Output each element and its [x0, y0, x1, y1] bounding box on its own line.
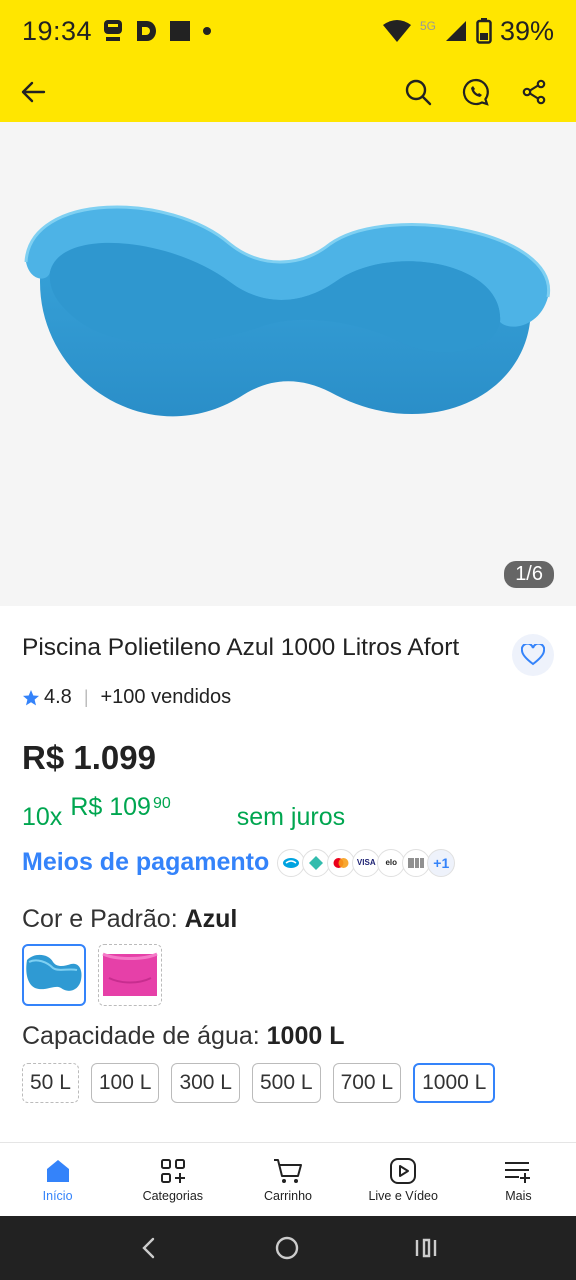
nav-item-carrinho[interactable]: Carrinho	[230, 1143, 345, 1216]
more-payment-badge: +1	[427, 848, 456, 877]
capacity-option-500[interactable]: 500 L	[252, 1063, 321, 1103]
home-icon	[46, 1159, 69, 1182]
mercadopago-icon	[277, 848, 306, 877]
product-image-carousel[interactable]: 1/6	[0, 122, 576, 606]
rating-row[interactable]: 4.8 | +100 vendidos	[22, 686, 554, 709]
mastercard-icon	[327, 848, 356, 877]
installment-note: sem juros	[236, 803, 346, 831]
arrow-left-icon	[21, 81, 46, 103]
swatch-pink[interactable]	[98, 944, 162, 1006]
color-label-row: Cor e Padrão: Azul	[22, 905, 554, 934]
product-image	[24, 205, 550, 417]
notification-d-icon	[137, 21, 157, 41]
star-icon	[23, 689, 39, 705]
system-recents-icon[interactable]	[413, 1236, 439, 1260]
system-back-icon[interactable]	[137, 1236, 161, 1260]
cart-icon	[274, 1158, 302, 1183]
product-title: Piscina Polietileno Azul 1000 Litros Afo…	[22, 634, 460, 661]
favorite-button[interactable]	[512, 634, 554, 676]
pix-icon	[302, 848, 331, 877]
capacity-option-1000[interactable]: 1000 L	[413, 1063, 496, 1103]
sold-count: +100 vendidos	[100, 686, 232, 708]
installments: 10x R$ 109 90 sem juros	[22, 787, 554, 832]
capacity-label: Capacidade de água:	[22, 1022, 260, 1050]
color-label: Cor e Padrão:	[22, 905, 178, 933]
share-button[interactable]	[512, 70, 556, 114]
heart-icon	[521, 644, 545, 666]
wifi-icon	[382, 20, 411, 42]
elo-icon: elo	[377, 848, 406, 877]
capacity-option-300[interactable]: 300 L	[171, 1063, 240, 1103]
notification-app-icon	[104, 20, 123, 41]
system-home-icon[interactable]	[274, 1235, 300, 1261]
installments-count: 10x	[22, 803, 63, 831]
swatch-blue[interactable]	[22, 944, 86, 1006]
notification-dot-icon	[203, 27, 212, 35]
nav-label-live-video: Live e Vídeo	[368, 1188, 438, 1203]
installment-cents: 90	[152, 795, 171, 812]
menu-more-icon	[505, 1161, 531, 1183]
app-toolbar	[0, 62, 576, 122]
capacity-label-row: Capacidade de água: 1000 L	[22, 1022, 554, 1051]
capacity-option-50[interactable]: 50 L	[22, 1063, 79, 1103]
image-counter: 1/6	[504, 561, 554, 588]
capacity-option-100[interactable]: 100 L	[90, 1063, 160, 1103]
capacity-option-700[interactable]: 700 L	[332, 1063, 402, 1103]
color-value: Azul	[184, 905, 238, 933]
categories-icon	[160, 1158, 185, 1183]
rating-value: 4.8	[44, 686, 72, 708]
notification-square-icon	[170, 21, 191, 41]
rating-separator: |	[83, 687, 89, 707]
search-icon	[405, 79, 432, 106]
product-details: Piscina Polietileno Azul 1000 Litros Afo…	[0, 606, 576, 1142]
nav-label-categorias: Categorias	[142, 1188, 204, 1203]
bottom-navigation: Início Categorias Carrinho Live e Vídeo …	[0, 1142, 576, 1216]
nav-label-carrinho: Carrinho	[264, 1188, 312, 1203]
nav-label-inicio: Início	[42, 1188, 73, 1203]
status-bar: 19:34 5G 39%	[0, 0, 576, 62]
back-button[interactable]	[20, 70, 64, 114]
nav-item-live-video[interactable]: Live e Vídeo	[346, 1143, 461, 1216]
installment-value: R$ 109	[70, 793, 151, 821]
system-navigation-bar	[0, 1216, 576, 1280]
color-swatches	[22, 944, 554, 1006]
payment-methods[interactable]: Meios de pagamento VISA elo +1	[22, 848, 554, 877]
visa-icon: VISA	[352, 848, 381, 877]
signal-icon	[445, 21, 466, 41]
nav-item-mais[interactable]: Mais	[461, 1143, 576, 1216]
capacity-options: 50 L 100 L 300 L 500 L 700 L 1000 L	[22, 1063, 554, 1103]
nav-item-inicio[interactable]: Início	[0, 1143, 115, 1216]
swatch-blue-image	[26, 954, 82, 991]
nav-item-categorias[interactable]: Categorias	[115, 1143, 230, 1216]
whatsapp-icon	[462, 78, 489, 106]
boleto-icon	[402, 848, 431, 877]
payment-methods-link[interactable]: Meios de pagamento	[22, 848, 269, 877]
play-video-icon	[390, 1157, 417, 1184]
battery-percent: 39%	[499, 15, 554, 46]
battery-icon	[476, 18, 492, 44]
capacity-value: 1000 L	[266, 1022, 345, 1050]
share-icon	[522, 79, 546, 105]
swatch-pink-image	[102, 952, 158, 996]
nav-label-mais: Mais	[505, 1188, 532, 1203]
status-time: 19:34	[22, 15, 93, 46]
search-button[interactable]	[396, 70, 440, 114]
whatsapp-share-button[interactable]	[454, 70, 498, 114]
network-label: 5G	[419, 19, 436, 33]
product-price: R$ 1.099	[22, 739, 156, 776]
